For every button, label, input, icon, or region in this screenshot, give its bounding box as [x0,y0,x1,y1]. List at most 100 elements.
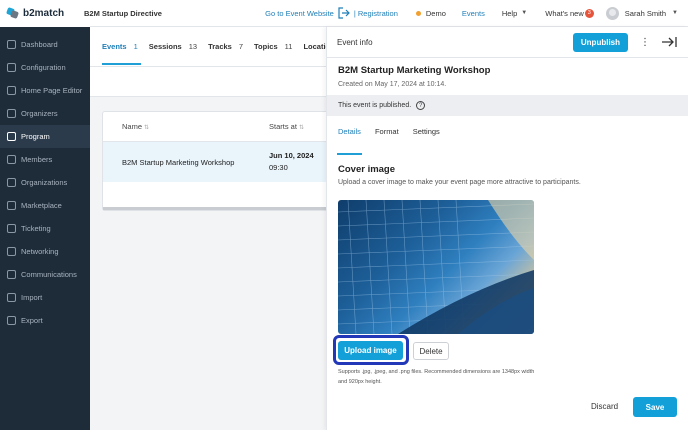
tab-tracks[interactable]: Tracks 7 [208,27,243,67]
panel-title: Event info [337,37,373,47]
whats-new-button[interactable]: What's new 3 [545,8,594,18]
sidebar-item-dashboard[interactable]: Dashboard [0,33,90,56]
sidebar-item-label: Networking [21,247,59,256]
tab-count: 1 [133,42,138,51]
help-menu[interactable]: Help ▼ [502,9,527,18]
demo-indicator[interactable]: Demo [415,9,446,18]
toolbar-area [90,67,326,97]
sort-icon: ⇅ [298,125,304,131]
help-circle-icon[interactable]: ? [416,101,426,110]
column-name[interactable]: Name ⇅ [103,122,269,131]
b2match-logo-icon [6,7,19,19]
ticket-icon [7,224,16,233]
sidebar-item-configuration[interactable]: Configuration [0,56,90,79]
sort-icon: ⇅ [144,125,150,131]
tab-count: 7 [238,42,244,51]
events-link[interactable]: Events [462,9,485,18]
sidebar: Dashboard Configuration Home Page Editor Or… [0,27,90,430]
upload-hint: Supports .jpg, .jpeg, and .png files. Re… [338,369,535,385]
tab-sessions[interactable]: Sessions 13 [149,27,197,67]
sidebar-item-label: Ticketing [21,224,51,233]
sidebar-item-ticketing[interactable]: Ticketing [0,217,90,240]
cover-image-description: Upload a cover image to make your event … [338,179,581,186]
logo-text: b2match [23,7,65,19]
tab-events[interactable]: Events 1 [102,27,141,67]
sidebar-item-export[interactable]: Export [0,309,90,332]
export-icon [7,316,16,325]
sidebar-item-home-page-editor[interactable]: Home Page Editor [0,79,90,102]
organizations-icon [7,178,16,187]
members-icon [7,155,16,164]
help-label: Help [501,8,518,18]
tab-format[interactable]: Format [375,127,399,147]
published-text: This event is published. [338,102,412,109]
communications-icon [7,270,16,279]
sidebar-item-communications[interactable]: Communications [0,263,90,286]
notification-badge: 3 [584,8,594,18]
tab-label: Events [102,42,127,51]
program-main: Events 1 Sessions 13 Tracks 7 Topics 11 Location… [90,27,350,430]
organization-name: B2M Startup Directive [84,8,162,18]
user-name: Sarah Smith [624,8,667,18]
delete-image-button[interactable]: Delete [413,342,449,360]
registration-link[interactable]: | Registration [354,9,398,18]
event-info-panel: Event info Unpublish ⋮ B2M Startup Marke… [326,27,688,430]
tab-label: Sessions [148,42,182,51]
sidebar-item-networking[interactable]: Networking [0,240,90,263]
marketplace-icon [7,201,16,210]
sidebar-item-label: Import [21,293,43,302]
event-created-date: Created on May 17, 2024 at 10:14. [338,81,447,88]
dashboard-icon [7,40,16,49]
sidebar-item-label: Members [21,155,53,164]
building-photo [338,200,534,334]
cover-image-heading: Cover image [338,164,396,175]
sidebar-item-label: Communications [21,270,77,279]
logo[interactable]: b2match [0,0,90,27]
top-bar: b2match B2M Startup Directive Go to Even… [0,0,688,27]
import-icon [7,293,16,302]
unpublish-button[interactable]: Unpublish [572,32,628,52]
sidebar-item-label: Dashboard [21,40,58,49]
sidebar-item-organizers[interactable]: Organizers [0,102,90,125]
event-website-link[interactable]: Go to Event Website [265,9,334,18]
save-button[interactable]: Save [633,397,677,417]
user-menu[interactable]: Sarah Smith ▼ [605,6,678,20]
discard-button[interactable]: Discard [591,402,618,411]
program-tabs: Events 1 Sessions 13 Tracks 7 Topics 11 Location… [90,27,350,67]
table-header: Name ⇅ Starts at ⇅ [103,112,326,142]
upload-image-button[interactable]: Upload image [338,341,403,360]
tab-details[interactable]: Details [337,127,362,155]
sidebar-item-program[interactable]: Program [0,125,90,148]
published-status-bar: This event is published. ? [327,95,688,116]
sidebar-item-label: Home Page Editor [21,86,83,95]
sidebar-item-marketplace[interactable]: Marketplace [0,194,90,217]
tab-count: 13 [188,42,198,51]
sidebar-item-import[interactable]: Import [0,286,90,309]
sidebar-item-label: Organizers [21,109,58,118]
chevron-down-icon: ▼ [672,10,678,16]
more-options-icon[interactable]: ⋮ [634,37,656,48]
event-title: B2M Startup Marketing Workshop [338,65,491,76]
networking-icon [7,247,16,256]
panel-tabs: Details Format Settings [337,127,440,155]
horizontal-scrollbar[interactable] [103,207,326,210]
panel-header: Event info Unpublish ⋮ [327,27,688,58]
collapse-panel-icon[interactable] [658,35,680,49]
sidebar-item-organizations[interactable]: Organizations [0,171,90,194]
sidebar-item-label: Marketplace [21,201,62,210]
cover-image-preview [338,200,534,334]
table-row[interactable]: B2M Startup Marketing Workshop Jun 10, 2… [103,142,326,182]
sidebar-item-label: Organizations [21,178,68,187]
tab-topics[interactable]: Topics 11 [254,27,292,67]
row-starts-at: Jun 10, 2024 09:30 [269,151,314,172]
whats-new-label: What's new [545,8,584,18]
sidebar-item-members[interactable]: Members [0,148,90,171]
chevron-down-icon: ▼ [521,10,528,16]
external-exit-icon[interactable] [338,7,350,19]
wrench-icon [7,63,16,72]
tab-label: Tracks [208,42,232,51]
column-starts-at[interactable]: Starts at ⇅ [269,122,326,131]
organizers-icon [7,109,16,118]
home-editor-icon [7,86,16,95]
tab-settings[interactable]: Settings [413,127,440,147]
